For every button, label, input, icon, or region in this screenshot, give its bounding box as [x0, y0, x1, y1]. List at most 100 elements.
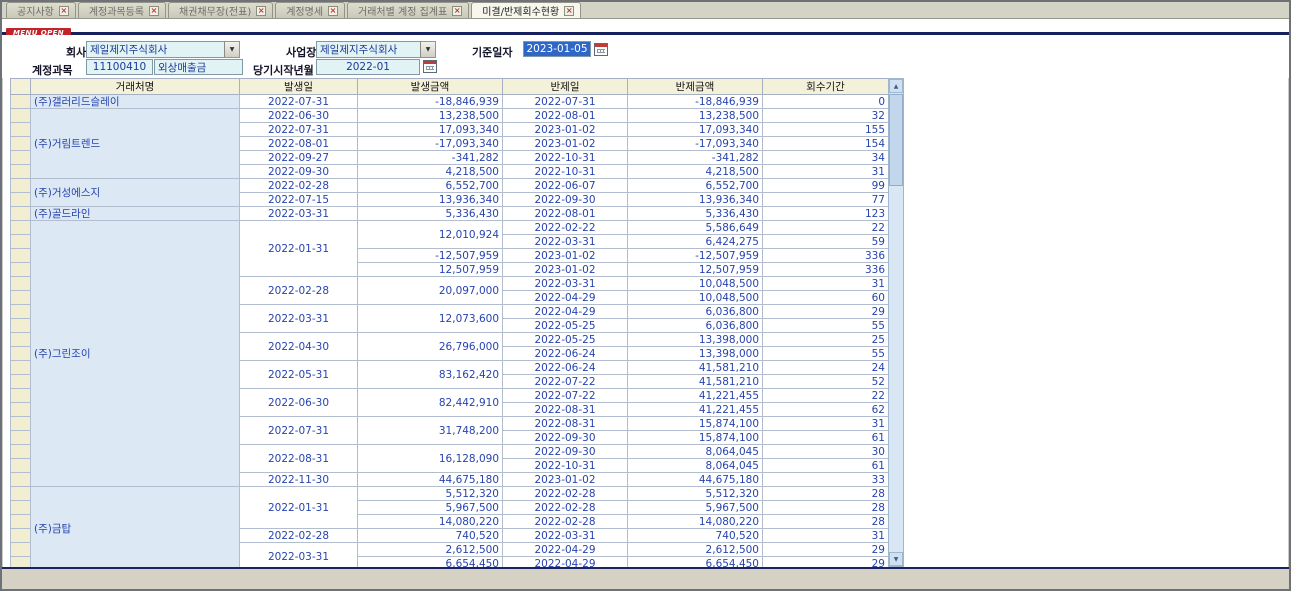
- occur-date-cell[interactable]: 2022-08-31: [240, 445, 358, 473]
- occur-amount-cell[interactable]: 5,336,430: [358, 207, 503, 221]
- row-selector-cell[interactable]: [11, 543, 31, 557]
- scroll-down-icon[interactable]: ▼: [889, 552, 903, 566]
- row-selector-cell[interactable]: [11, 417, 31, 431]
- customer-name-cell[interactable]: (주)거성에스지: [31, 179, 240, 207]
- settle-date-cell[interactable]: 2022-02-22: [503, 221, 628, 235]
- settle-date-cell[interactable]: 2022-10-31: [503, 151, 628, 165]
- row-selector-cell[interactable]: [11, 235, 31, 249]
- settle-date-cell[interactable]: 2022-07-22: [503, 389, 628, 403]
- collect-days-cell[interactable]: 123: [763, 207, 889, 221]
- tab-notice[interactable]: 공지사항 ×: [6, 2, 76, 18]
- collect-days-cell[interactable]: 29: [763, 305, 889, 319]
- collect-days-cell[interactable]: 28: [763, 515, 889, 529]
- customer-name-cell[interactable]: (주)금탑: [31, 487, 240, 568]
- settle-amount-cell[interactable]: 4,218,500: [628, 165, 763, 179]
- scrollbar-thumb[interactable]: [889, 94, 903, 186]
- occur-amount-cell[interactable]: -341,282: [358, 151, 503, 165]
- collect-days-cell[interactable]: 62: [763, 403, 889, 417]
- row-selector-cell[interactable]: [11, 123, 31, 137]
- occur-date-cell[interactable]: 2022-08-01: [240, 137, 358, 151]
- occur-amount-cell[interactable]: -17,093,340: [358, 137, 503, 151]
- collect-days-cell[interactable]: 55: [763, 347, 889, 361]
- row-selector-cell[interactable]: [11, 221, 31, 235]
- row-selector-cell[interactable]: [11, 207, 31, 221]
- grid-row[interactable]: (주)거성에스지2022-02-286,552,7002022-06-076,5…: [11, 179, 889, 193]
- occur-amount-cell[interactable]: 20,097,000: [358, 277, 503, 305]
- row-selector-cell[interactable]: [11, 389, 31, 403]
- row-selector-cell[interactable]: [11, 193, 31, 207]
- row-selector-cell[interactable]: [11, 249, 31, 263]
- row-selector-cell[interactable]: [11, 137, 31, 151]
- collect-days-cell[interactable]: 29: [763, 543, 889, 557]
- settle-date-cell[interactable]: 2022-05-25: [503, 333, 628, 347]
- occur-date-cell[interactable]: 2022-06-30: [240, 109, 358, 123]
- occur-date-cell[interactable]: 2022-05-31: [240, 361, 358, 389]
- occur-amount-cell[interactable]: 4,218,500: [358, 165, 503, 179]
- settle-amount-cell[interactable]: 41,581,210: [628, 375, 763, 389]
- account-code-input[interactable]: 11100410: [86, 59, 153, 75]
- settle-date-cell[interactable]: 2022-09-30: [503, 431, 628, 445]
- settle-amount-cell[interactable]: 8,064,045: [628, 445, 763, 459]
- occur-amount-cell[interactable]: 12,507,959: [358, 263, 503, 277]
- settle-amount-cell[interactable]: 10,048,500: [628, 291, 763, 305]
- row-selector-cell[interactable]: [11, 459, 31, 473]
- collect-days-cell[interactable]: 336: [763, 249, 889, 263]
- occur-amount-cell[interactable]: -18,846,939: [358, 95, 503, 109]
- settle-date-cell[interactable]: 2022-04-29: [503, 291, 628, 305]
- row-selector-cell[interactable]: [11, 501, 31, 515]
- grid-row[interactable]: (주)금탑2022-01-315,512,3202022-02-285,512,…: [11, 487, 889, 501]
- settle-date-cell[interactable]: 2022-07-31: [503, 95, 628, 109]
- collect-days-cell[interactable]: 155: [763, 123, 889, 137]
- row-selector-cell[interactable]: [11, 277, 31, 291]
- settle-amount-cell[interactable]: 13,238,500: [628, 109, 763, 123]
- customer-name-cell[interactable]: (주)갤러리드슬레이: [31, 95, 240, 109]
- chevron-down-icon[interactable]: ▼: [420, 42, 435, 57]
- settle-date-cell[interactable]: 2023-01-02: [503, 249, 628, 263]
- period-input[interactable]: 2022-01: [316, 59, 420, 75]
- settle-date-cell[interactable]: 2022-04-29: [503, 543, 628, 557]
- row-selector-cell[interactable]: [11, 445, 31, 459]
- occur-date-cell[interactable]: 2022-01-31: [240, 487, 358, 529]
- settle-amount-cell[interactable]: 44,675,180: [628, 473, 763, 487]
- collect-days-cell[interactable]: 33: [763, 473, 889, 487]
- collect-days-cell[interactable]: 32: [763, 109, 889, 123]
- tab-close-icon[interactable]: ×: [328, 6, 338, 16]
- collect-days-cell[interactable]: 25: [763, 333, 889, 347]
- tab-close-icon[interactable]: ×: [564, 6, 574, 16]
- collect-days-cell[interactable]: 59: [763, 235, 889, 249]
- occur-date-cell[interactable]: 2022-02-28: [240, 277, 358, 305]
- occur-amount-cell[interactable]: 12,073,600: [358, 305, 503, 333]
- settle-amount-cell[interactable]: 13,398,000: [628, 347, 763, 361]
- settle-date-cell[interactable]: 2022-07-22: [503, 375, 628, 389]
- collect-days-cell[interactable]: 24: [763, 361, 889, 375]
- base-date-input[interactable]: 2023-01-05: [523, 41, 591, 57]
- occur-date-cell[interactable]: 2022-07-31: [240, 417, 358, 445]
- row-selector-cell[interactable]: [11, 375, 31, 389]
- tab-settlement-status[interactable]: 미결/반제회수현황 ×: [471, 2, 581, 18]
- row-selector-cell[interactable]: [11, 319, 31, 333]
- collect-days-cell[interactable]: 31: [763, 417, 889, 431]
- settle-date-cell[interactable]: 2022-06-07: [503, 179, 628, 193]
- settle-amount-cell[interactable]: 2,612,500: [628, 543, 763, 557]
- collect-days-cell[interactable]: 154: [763, 137, 889, 151]
- settle-amount-cell[interactable]: 14,080,220: [628, 515, 763, 529]
- row-selector-cell[interactable]: [11, 263, 31, 277]
- calendar-icon[interactable]: [594, 43, 608, 56]
- settle-amount-cell[interactable]: 10,048,500: [628, 277, 763, 291]
- row-selector-cell[interactable]: [11, 109, 31, 123]
- tab-account-register[interactable]: 계정과목등록 ×: [78, 2, 166, 18]
- collect-days-cell[interactable]: 28: [763, 487, 889, 501]
- row-selector-cell[interactable]: [11, 431, 31, 445]
- occur-amount-cell[interactable]: 6,654,450: [358, 557, 503, 568]
- row-selector-cell[interactable]: [11, 333, 31, 347]
- row-selector-cell[interactable]: [11, 151, 31, 165]
- settle-amount-cell[interactable]: -18,846,939: [628, 95, 763, 109]
- row-selector-cell[interactable]: [11, 361, 31, 375]
- collect-days-cell[interactable]: 34: [763, 151, 889, 165]
- collect-days-cell[interactable]: 336: [763, 263, 889, 277]
- collect-days-cell[interactable]: 99: [763, 179, 889, 193]
- collect-days-cell[interactable]: 61: [763, 459, 889, 473]
- row-selector-cell[interactable]: [11, 487, 31, 501]
- scroll-up-icon[interactable]: ▲: [889, 79, 903, 93]
- row-selector-cell[interactable]: [11, 95, 31, 109]
